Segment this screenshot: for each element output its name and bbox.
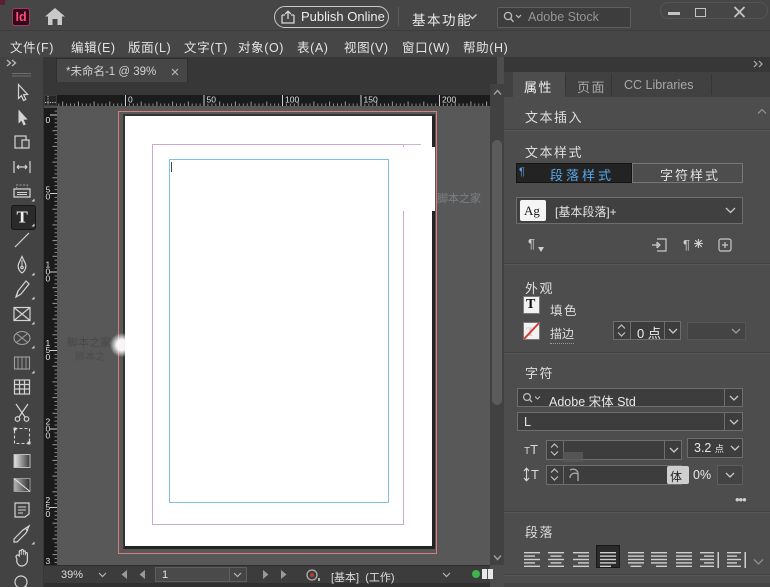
svg-text:0: 0 xyxy=(46,352,51,362)
svg-text:50: 50 xyxy=(207,95,217,105)
svg-text:200: 200 xyxy=(442,95,456,105)
svg-text:0: 0 xyxy=(128,95,133,105)
svg-text:T: T xyxy=(17,207,29,226)
svg-text:0: 0 xyxy=(46,192,51,202)
svg-text:100: 100 xyxy=(285,95,299,105)
svg-text:0: 0 xyxy=(46,274,51,284)
svg-text:0: 0 xyxy=(46,509,51,519)
svg-text:0: 0 xyxy=(46,115,51,125)
svg-text:3: 3 xyxy=(46,556,51,565)
svg-text:0: 0 xyxy=(46,431,51,441)
svg-text:150: 150 xyxy=(364,95,378,105)
